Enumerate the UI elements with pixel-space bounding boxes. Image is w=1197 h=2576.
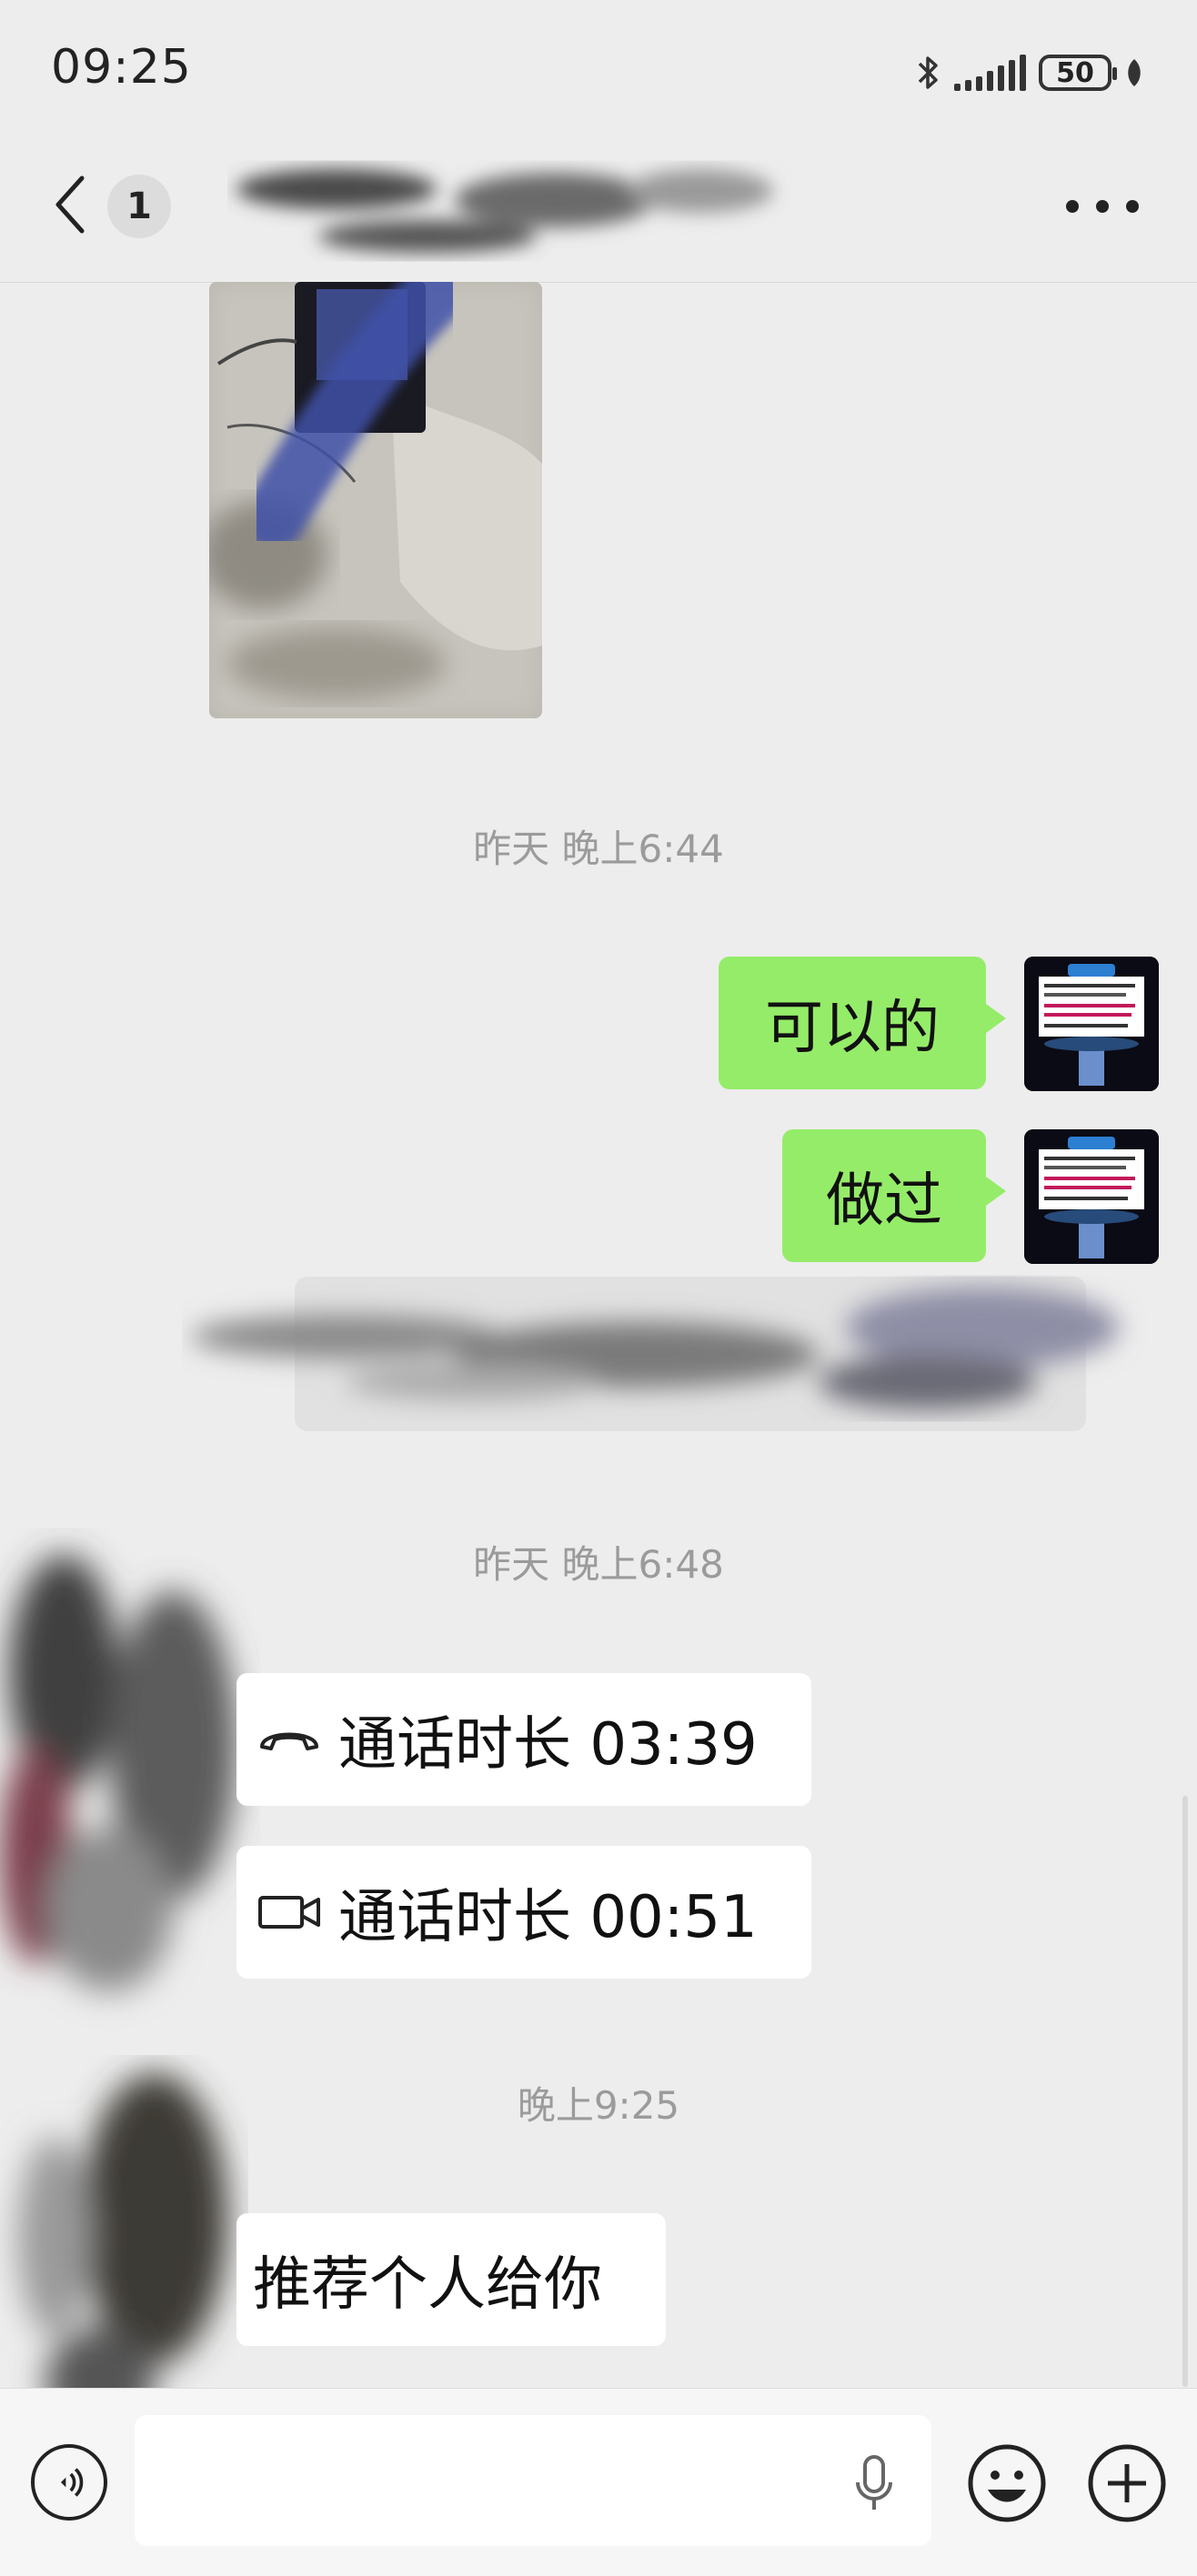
back-arrow-icon[interactable] xyxy=(51,173,87,236)
sent-message-bubble[interactable]: 做过 xyxy=(782,1129,1006,1262)
message-text: 可以的 xyxy=(765,995,940,1062)
timestamp: 昨天 晚上6:44 xyxy=(473,827,724,871)
scrollbar[interactable] xyxy=(1182,1796,1188,2387)
contact-avatar-redacted[interactable] xyxy=(0,1528,264,2037)
sent-message-bubble[interactable]: 可以的 xyxy=(719,957,1006,1089)
mic-icon[interactable] xyxy=(851,2451,897,2515)
phone-hangup-icon xyxy=(260,1732,318,1750)
status-icons: 50 xyxy=(914,47,1144,98)
received-photo-message[interactable] xyxy=(209,282,542,718)
self-avatar[interactable] xyxy=(1024,957,1159,1091)
voice-input-icon[interactable] xyxy=(31,2444,107,2521)
add-icon[interactable] xyxy=(1086,2442,1168,2524)
signal-icon xyxy=(954,55,1026,91)
message-text: 推荐个人给你 xyxy=(253,2251,602,2319)
status-time: 09:25 xyxy=(51,40,192,95)
bluetooth-icon xyxy=(918,56,938,89)
battery-icon: 50 xyxy=(1039,55,1117,91)
message-text: 做过 xyxy=(826,1168,942,1235)
emoji-icon[interactable] xyxy=(966,2442,1048,2524)
call-duration-text: 通话时长 00:51 xyxy=(338,1884,758,1951)
leaf-icon xyxy=(1128,59,1141,86)
battery-level: 50 xyxy=(1056,56,1094,89)
received-message-bubble[interactable]: 推荐个人给你 xyxy=(236,2213,666,2346)
unread-count-badge[interactable]: 1 xyxy=(107,175,171,238)
call-duration-text: 通话时长 03:39 xyxy=(338,1711,758,1779)
video-call-record[interactable]: 通话时长 00:51 xyxy=(236,1846,811,1979)
self-avatar[interactable] xyxy=(1024,1129,1159,1264)
message-input-field[interactable] xyxy=(135,2415,931,2546)
voice-call-record[interactable]: 通话时长 03:39 xyxy=(236,1673,811,1806)
chat-title-redacted xyxy=(236,169,773,253)
redacted-message xyxy=(191,1277,1119,1431)
video-camera-icon xyxy=(258,1896,320,1929)
more-options-icon[interactable] xyxy=(1066,193,1139,220)
